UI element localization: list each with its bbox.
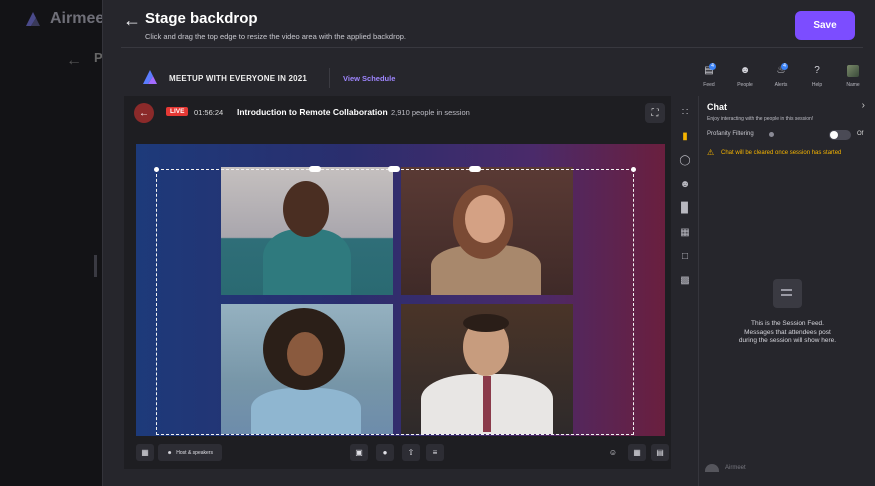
layout-icon[interactable]: ▦ <box>136 444 154 461</box>
modal-title: Stage backdrop <box>145 10 258 27</box>
alerts-badge: 4 <box>781 63 788 70</box>
bell-icon: ♨ 4 <box>774 63 788 77</box>
attendees-icon[interactable]: ☻ <box>677 176 693 192</box>
nav-people[interactable]: ☻ People <box>734 62 756 88</box>
feed-line: This is the Session Feed. <box>751 320 824 327</box>
nav-feed[interactable]: ▤ 4 Feed <box>698 62 720 88</box>
top-nav: ▤ 4 Feed ☻ People ♨ 4 Alerts ? Help Name <box>698 62 864 88</box>
info-icon[interactable] <box>769 132 774 137</box>
modal-subtitle: Click and drag the top edge to resize th… <box>145 32 406 41</box>
nav-feed-label: Feed <box>703 82 715 88</box>
nav-alerts[interactable]: ♨ 4 Alerts <box>770 62 792 88</box>
microphone-icon[interactable]: ● <box>376 444 394 461</box>
host-speakers-button[interactable]: ☻ Host & speakers <box>158 444 222 461</box>
session-feed-message: This is the Session Feed. Messages that … <box>709 320 866 346</box>
live-badge: LIVE <box>166 107 189 116</box>
toggle-state-label: Of <box>857 131 864 137</box>
settings-sliders-icon[interactable]: ≡ <box>426 444 444 461</box>
exit-stage-button[interactable]: ← <box>134 103 154 123</box>
side-rail: ∷ ▮ ◯ ☻ ▉ ▦ □ ▩ <box>673 96 697 469</box>
chat-title: Chat <box>707 102 727 112</box>
event-name: MEETUP WITH EVERYONE IN 2021 <box>169 74 308 83</box>
background-back-icon: ← <box>66 52 82 69</box>
stage-topbar: ← LIVE 01:56:24 Introduction to Remote C… <box>124 96 671 129</box>
emoji-reaction-icon[interactable]: ☺ <box>604 444 622 461</box>
feed-icon: ▤ 4 <box>702 63 716 77</box>
resize-selection-box[interactable] <box>156 169 634 435</box>
camera-icon[interactable]: ▣ <box>350 444 368 461</box>
stage-preview: ← LIVE 01:56:24 Introduction to Remote C… <box>124 96 671 469</box>
profanity-filter-toggle[interactable] <box>829 130 851 140</box>
event-header: MEETUP WITH EVERYONE IN 2021 View Schedu… <box>121 60 864 94</box>
view-schedule-link[interactable]: View Schedule <box>343 74 395 83</box>
stage-backdrop-area <box>136 144 665 436</box>
user-avatar <box>705 464 719 472</box>
chat-icon[interactable]: ▮ <box>677 128 693 144</box>
questions-icon[interactable]: ◯ <box>677 152 693 168</box>
warning-icon: ⚠ <box>707 148 715 157</box>
resize-handle-corner[interactable] <box>631 167 636 172</box>
nav-people-label: People <box>737 82 753 88</box>
avatar <box>847 65 859 77</box>
resources-icon[interactable]: □ <box>677 248 693 264</box>
stage-controls: ▦ ☻ Host & speakers ▣ ● ⇧ ≡ ☺ ▦ ▤ <box>124 440 671 469</box>
airmeet-logo-icon <box>26 12 40 26</box>
polls-icon[interactable]: ▉ <box>677 200 693 216</box>
fullscreen-icon[interactable]: ⛶ <box>645 103 665 123</box>
feed-line: Messages that attendees post <box>744 328 831 336</box>
booths-icon[interactable]: ▦ <box>677 224 693 240</box>
host-speakers-label: Host & speakers <box>176 449 213 456</box>
background-divider <box>94 255 97 277</box>
resize-handle-top[interactable] <box>309 166 321 172</box>
chat-warning: Chat will be cleared once session has st… <box>721 150 842 156</box>
feed-line: during the session will show here. <box>738 337 837 344</box>
chat-panel: Chat › Enjoy interacting with the people… <box>698 96 875 486</box>
presentation-icon[interactable]: ▤ <box>651 444 669 461</box>
nav-help-label: Help <box>811 82 823 88</box>
app-logo: Airmee <box>24 10 104 28</box>
event-logo-icon <box>143 70 157 84</box>
profanity-filter-label: Profanity Filtering <box>707 131 754 137</box>
user-name: Airmeet <box>725 465 746 471</box>
grid-view-icon[interactable]: ▦ <box>628 444 646 461</box>
session-feed-icon <box>773 279 802 308</box>
back-arrow-icon[interactable]: ← <box>123 10 141 31</box>
help-icon: ? <box>814 65 820 76</box>
gift-icon[interactable]: ▩ <box>677 272 693 288</box>
apps-grid-icon[interactable]: ∷ <box>677 104 693 120</box>
session-title: Introduction to Remote Collaboration <box>237 107 388 117</box>
people-icon: ☻ <box>739 65 751 76</box>
modal-header: ← Stage backdrop Click and drag the top … <box>121 0 863 48</box>
nav-help[interactable]: ? Help <box>806 62 828 88</box>
chevron-right-icon[interactable]: › <box>862 100 865 111</box>
resize-handle-corner[interactable] <box>154 167 159 172</box>
nav-alerts-label: Alerts <box>774 82 788 88</box>
people-count: 2,910 people in session <box>391 108 470 117</box>
resize-handle-top[interactable] <box>388 166 400 172</box>
event-divider <box>329 68 330 88</box>
feed-badge: 4 <box>709 63 716 70</box>
app-logo-text: Airmee <box>50 10 105 27</box>
save-button[interactable]: Save <box>795 11 855 40</box>
resize-handle-top[interactable] <box>469 166 481 172</box>
chat-subtitle: Enjoy interacting with the people in thi… <box>707 116 814 122</box>
speakers-icon: ☻ <box>167 449 173 456</box>
screen-share-icon[interactable]: ⇧ <box>402 444 420 461</box>
session-timer: 01:56:24 <box>194 108 224 117</box>
nav-profile[interactable]: Name <box>842 62 864 88</box>
nav-profile-label: Name <box>846 82 860 88</box>
